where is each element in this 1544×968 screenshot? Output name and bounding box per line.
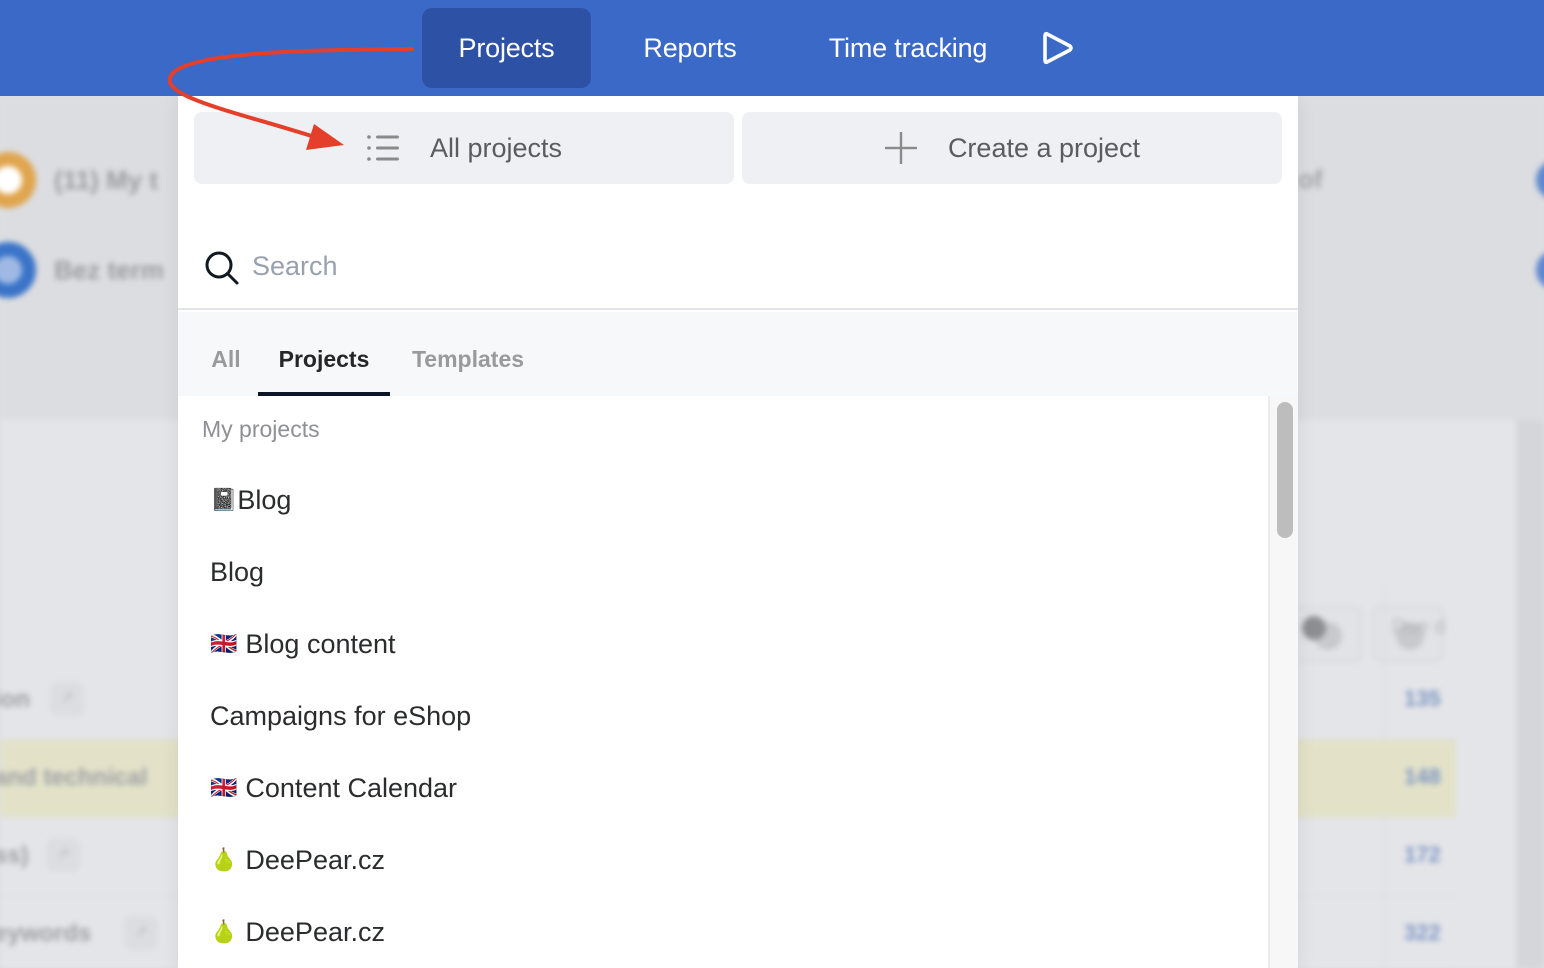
project-type-tabs: All Projects Templates <box>178 312 1298 396</box>
background-due-date-header: Due d <box>1392 616 1446 638</box>
background-star-icon <box>1302 616 1326 640</box>
project-name: Content Calendar <box>245 772 458 803</box>
project-name: Blog <box>237 484 292 515</box>
background-row-text: eywords <box>0 920 92 947</box>
background-row-number: 148 <box>1404 764 1441 789</box>
project-list-item[interactable]: 🍐 DeePear.cz <box>178 896 1268 968</box>
background-row-text: and technical <box>0 764 148 791</box>
pin-icon: ↗ <box>50 682 84 716</box>
project-list-item[interactable]: Campaigns for eShop <box>178 680 1268 752</box>
project-list-item[interactable]: 🇬🇧 Blog content <box>178 608 1268 680</box>
tab-all[interactable]: All <box>194 346 258 396</box>
all-projects-button[interactable]: All projects <box>194 112 734 184</box>
project-list-item[interactable]: 🇬🇧 Content Calendar <box>178 752 1268 824</box>
projects-dropdown: All projects Create a project All Projec… <box>178 96 1298 968</box>
project-list-scrollbar[interactable] <box>1268 396 1298 968</box>
project-list-item[interactable]: 📓 Blog <box>178 464 1268 536</box>
scrollbar-thumb[interactable] <box>1277 402 1293 538</box>
list-icon <box>367 135 399 161</box>
project-name: DeePear.cz <box>245 844 385 875</box>
top-navigation-bar: Projects Reports Time tracking <box>0 0 1544 96</box>
project-list-item[interactable]: Blog <box>178 536 1268 608</box>
check-filter-icon <box>0 242 36 298</box>
project-name: Campaigns for eShop <box>210 700 472 731</box>
nav-projects[interactable]: Projects <box>422 8 591 88</box>
plus-icon <box>884 132 917 164</box>
project-list-item[interactable]: 🍐 DeePear.cz <box>178 824 1268 896</box>
notebook-icon: 📓 <box>210 487 238 512</box>
background-right-panel <box>1516 420 1544 968</box>
create-project-label: Create a project <box>947 132 1141 163</box>
search-input[interactable] <box>252 242 1252 290</box>
uk-flag-icon: 🇬🇧 <box>210 631 238 656</box>
search-bar <box>178 224 1298 310</box>
background-settings-button <box>1290 606 1362 662</box>
background-filter-label: Bez term <box>54 254 164 285</box>
section-label-my-projects: My projects <box>202 416 320 442</box>
project-name: DeePear.cz <box>245 916 385 947</box>
create-project-button[interactable]: Create a project <box>742 112 1282 184</box>
tab-templates[interactable]: Templates <box>394 346 542 396</box>
pear-icon: 🍐 <box>210 919 238 944</box>
pin-icon: ↗ <box>124 916 158 950</box>
background-row-number: 172 <box>1404 842 1441 867</box>
all-projects-label: All projects <box>429 132 563 163</box>
background-filter-trailing: of <box>1298 164 1323 194</box>
pear-icon: 🍐 <box>210 847 238 872</box>
background-row-text: ss) <box>0 842 29 869</box>
project-name: Blog <box>210 556 265 587</box>
project-list: My projects 📓 Blog Blog 🇬🇧 Blog content … <box>178 396 1268 968</box>
background-filter-label: (11) My t <box>54 164 159 195</box>
background-row-number: 322 <box>1404 920 1441 945</box>
star-filter-icon <box>0 152 36 208</box>
background-filter-no-deadline: Bez term <box>0 242 164 298</box>
nav-reports[interactable]: Reports <box>620 8 760 88</box>
play-icon <box>1043 31 1073 65</box>
start-timer-button[interactable] <box>1034 8 1082 88</box>
uk-flag-icon: 🇬🇧 <box>210 775 238 800</box>
background-filter-my-tasks: (11) My t <box>0 152 158 208</box>
tab-projects[interactable]: Projects <box>258 346 390 396</box>
pin-icon: ↗ <box>46 838 80 872</box>
background-row-number: 135 <box>1404 686 1441 711</box>
search-icon <box>205 251 239 285</box>
background-row-text: ion <box>0 686 30 713</box>
nav-time-tracking[interactable]: Time tracking <box>800 8 1016 88</box>
project-name: Blog content <box>245 628 396 659</box>
